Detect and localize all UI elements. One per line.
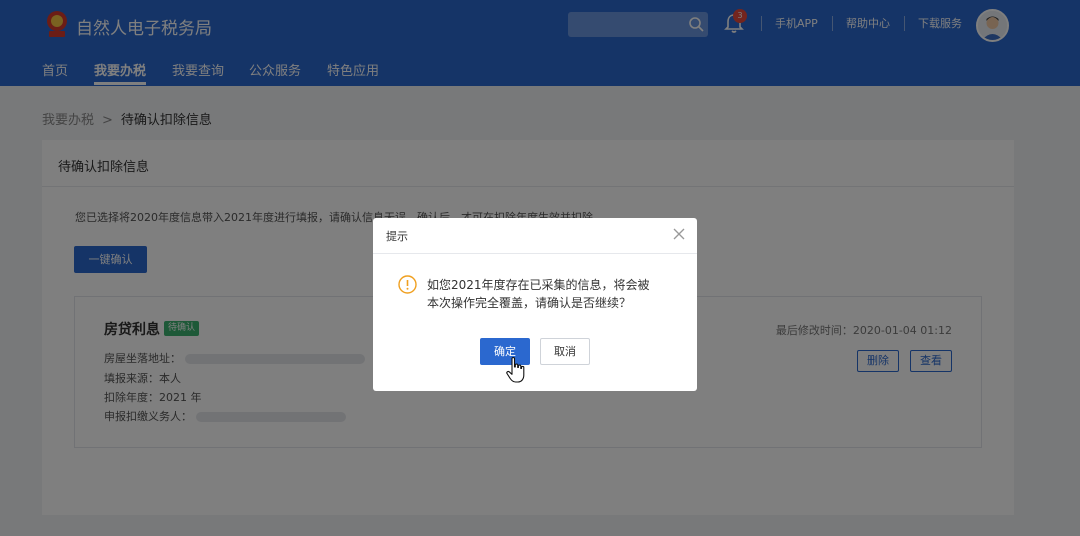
cancel-button[interactable]: 取消: [540, 338, 590, 365]
confirm-dialog: 提示 如您2021年度存在已采集的信息，将会被 本次操作完全覆盖，请确认是否继续…: [373, 218, 697, 391]
dialog-message: 如您2021年度存在已采集的信息，将会被 本次操作完全覆盖，请确认是否继续？: [427, 276, 677, 312]
hand-pointer-icon: [506, 356, 525, 383]
dialog-divider: [373, 253, 697, 254]
dialog-title: 提示: [386, 230, 408, 243]
close-icon[interactable]: [673, 228, 685, 240]
dialog-message-line1: 如您2021年度存在已采集的信息，将会被: [427, 278, 650, 292]
warning-icon: [398, 275, 417, 294]
dialog-message-line2: 本次操作完全覆盖，请确认是否继续？: [427, 296, 632, 310]
